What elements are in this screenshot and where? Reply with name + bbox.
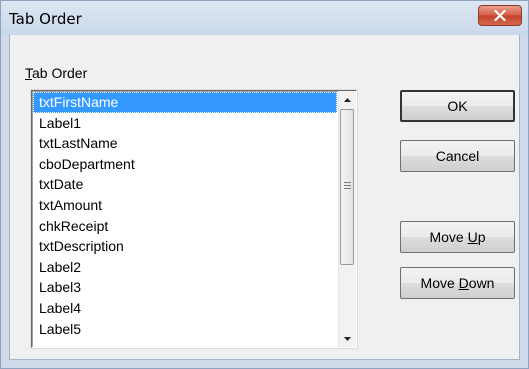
tab-order-label: Tab Order: [25, 65, 88, 81]
list-item[interactable]: txtLastName: [33, 133, 337, 154]
vertical-scrollbar[interactable]: [338, 91, 356, 347]
list-item[interactable]: Label4: [33, 298, 337, 319]
title-bar[interactable]: Tab Order: [1, 1, 528, 35]
list-item[interactable]: Label2: [33, 257, 337, 278]
list-item[interactable]: txtDescription: [33, 236, 337, 257]
cancel-button[interactable]: Cancel: [400, 140, 515, 172]
close-icon: [494, 10, 506, 21]
move-up-button[interactable]: Move Up: [400, 221, 515, 253]
list-item[interactable]: Label5: [33, 319, 337, 340]
scroll-thumb[interactable]: [340, 109, 354, 265]
list-item[interactable]: txtAmount: [33, 195, 337, 216]
window-title: Tab Order: [9, 10, 82, 28]
list-item[interactable]: txtFirstName: [33, 92, 337, 113]
tab-order-dialog: Tab Order Tab Order txtFirstName Label1 tx…: [0, 0, 529, 369]
list-item[interactable]: txtDate: [33, 174, 337, 195]
list-item[interactable]: chkReceipt: [33, 216, 337, 237]
scroll-down-button[interactable]: [339, 330, 356, 347]
dialog-client-area: Tab Order txtFirstName Label1 txtLastName c…: [9, 35, 520, 360]
list-item[interactable]: Label1: [33, 113, 337, 134]
close-button[interactable]: [478, 5, 522, 26]
list-item[interactable]: cboDepartment: [33, 154, 337, 175]
scroll-up-button[interactable]: [339, 91, 356, 108]
tab-order-listbox[interactable]: txtFirstName Label1 txtLastName cboDepartme…: [31, 90, 357, 348]
list-items: txtFirstName Label1 txtLastName cboDepartme…: [33, 92, 337, 339]
move-down-button[interactable]: Move Down: [400, 267, 515, 299]
ok-button[interactable]: OK: [400, 90, 515, 122]
arrow-down-icon: [344, 336, 351, 341]
list-item[interactable]: Label3: [33, 277, 337, 298]
label-mnemonic: T: [25, 65, 32, 81]
arrow-up-icon: [344, 97, 351, 102]
